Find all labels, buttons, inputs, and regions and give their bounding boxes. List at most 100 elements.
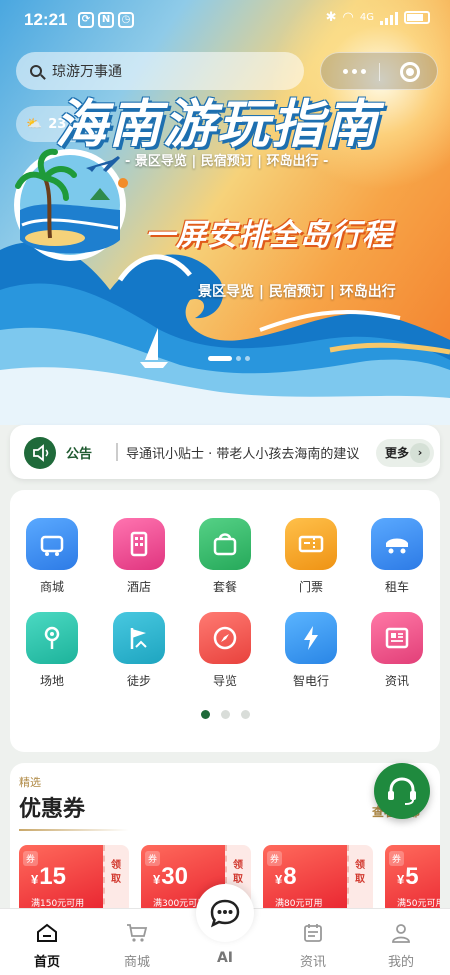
announcement-text[interactable]: 导通讯小贴士 · 带老人小孩去海南的建议 — [126, 443, 366, 463]
flag-icon — [113, 612, 165, 664]
coupon-card[interactable]: 券 ¥5 满50元可用 领取 — [385, 845, 440, 915]
capsule-divider — [379, 63, 380, 81]
headset-icon — [388, 777, 416, 805]
section-tag: 精选 — [19, 776, 41, 789]
coupon-card[interactable]: 券 ¥8 满80元可用 领取 — [263, 845, 373, 915]
grid-item-car-rental[interactable]: 租车 — [362, 518, 432, 595]
grid-item-label: 资讯 — [384, 674, 409, 688]
coupon-face: 券 ¥8 满80元可用 — [263, 845, 347, 915]
tab-home[interactable]: 首页 — [2, 909, 92, 975]
tab-label: 首页 — [33, 955, 60, 970]
tab-label: 我的 — [387, 955, 414, 970]
grid-item-news[interactable]: 资讯 — [362, 612, 432, 689]
grid-item-guide[interactable]: 导览 — [190, 612, 260, 689]
calendar-news-icon — [304, 924, 322, 942]
grid-item-hiking[interactable]: 徒步 — [104, 612, 174, 689]
home-icon — [37, 923, 57, 942]
car-icon — [371, 518, 423, 570]
bluetooth-icon: ✱ — [325, 10, 337, 25]
coupon-amount: ¥30 — [153, 863, 188, 890]
tab-label-ai: AI — [216, 950, 234, 966]
cloud-sun-icon: ⛅ — [26, 116, 43, 132]
network-label: 4G — [359, 12, 374, 23]
bag-icon — [199, 518, 251, 570]
speaker-icon — [24, 437, 56, 469]
coupon-amount: ¥8 — [275, 863, 297, 890]
carousel-dot — [236, 356, 241, 361]
claim-label: 领取 — [355, 860, 365, 885]
tab-mall[interactable]: 商城 — [92, 909, 182, 975]
more-dots-icon[interactable] — [343, 69, 366, 74]
banner-subtitle-top: - 景区导览 | 民宿预订 | 环岛出行 - — [125, 154, 329, 169]
person-icon — [392, 924, 410, 943]
location-pin-icon — [26, 612, 78, 664]
chat-bubble-icon — [210, 899, 240, 928]
coupon-face: 券 ¥5 满50元可用 — [385, 845, 440, 915]
grid-item-label: 场地 — [39, 674, 64, 688]
grid-item-label: 商城 — [39, 580, 64, 594]
cart-icon — [127, 924, 148, 942]
system-icons: ✱ ◠ 4G — [326, 10, 430, 25]
banner-slogan: 一屏安排全岛行程 — [145, 218, 393, 253]
coupon-amount: ¥5 — [397, 863, 419, 890]
search-placeholder: 琼游万事通 — [52, 64, 122, 80]
page-dot[interactable] — [240, 710, 250, 719]
search-icon — [30, 65, 42, 77]
coupon-amount: ¥15 — [31, 863, 66, 890]
banner-title: 海南游玩指南 — [55, 95, 380, 155]
grid-item-package[interactable]: 套餐 — [190, 518, 260, 595]
notification-icons: ⟳ N ◷ — [78, 12, 134, 28]
grid-item-mall[interactable]: 商城 — [17, 518, 87, 595]
section-title: 优惠券 — [19, 797, 86, 822]
grid-item-ticket[interactable]: 门票 — [276, 518, 346, 595]
shopping-cart-icon — [26, 518, 78, 570]
tab-label: 资讯 — [299, 955, 326, 970]
grid-item-label: 导览 — [212, 674, 237, 688]
hero-banner[interactable]: 12:21 ⟳ N ◷ ✱ ◠ 4G 琼游万事通 ⛅ 23 海南游玩指南 - 景… — [0, 0, 450, 425]
tab-label: 商城 — [123, 955, 150, 970]
announcement-bar[interactable]: 公告 导通讯小贴士 · 带老人小孩去海南的建议 更多 › — [10, 425, 440, 479]
grid-item-label: 套餐 — [212, 580, 237, 594]
claim-label: 领取 — [233, 860, 243, 885]
page-dot-active[interactable] — [200, 710, 210, 719]
close-target-icon[interactable] — [400, 62, 420, 82]
ticket-icon — [285, 518, 337, 570]
grid-item-ev-charging[interactable]: 智电行 — [276, 612, 346, 689]
carousel-dot-active — [208, 356, 232, 361]
nfc-icon: N — [98, 12, 114, 28]
compass-icon — [199, 612, 251, 664]
customer-service-button[interactable] — [374, 763, 430, 819]
grid-item-venue[interactable]: 场地 — [17, 612, 87, 689]
tab-news[interactable]: 资讯 — [268, 909, 358, 975]
lightning-icon — [285, 612, 337, 664]
news-icon — [371, 612, 423, 664]
page-dot[interactable] — [220, 710, 230, 719]
clock: 12:21 — [24, 10, 68, 29]
feature-grid: 商城 酒店 套餐 门票 租车 场地 徒步 导览 智电行 资讯 — [10, 490, 440, 752]
grid-page-indicator — [10, 710, 440, 719]
tab-profile[interactable]: 我的 — [356, 909, 446, 975]
grid-item-label: 智电行 — [292, 674, 329, 688]
battery-icon — [404, 11, 430, 24]
tab-ai[interactable] — [196, 884, 254, 942]
alarm-icon: ◷ — [118, 12, 134, 28]
coupon-card[interactable]: 券 ¥15 满150元可用 领取 — [19, 845, 129, 915]
announcement-label: 公告 — [66, 447, 93, 462]
wifi-icon: ◠ — [342, 10, 354, 25]
status-bar: 12:21 ⟳ N ◷ ✱ ◠ 4G — [0, 8, 450, 34]
claim-button[interactable]: 领取 — [347, 845, 373, 915]
carousel-indicator — [208, 356, 250, 361]
signal-icon — [380, 11, 398, 25]
grid-item-label: 徒步 — [126, 674, 151, 688]
sync-icon: ⟳ — [78, 12, 94, 28]
grid-item-label: 门票 — [298, 580, 323, 594]
carousel-dot — [245, 356, 250, 361]
claim-button[interactable]: 领取 — [103, 845, 129, 915]
banner-subtitle-bottom: 景区导览 | 民宿预订 | 环岛出行 — [198, 284, 396, 300]
coupon-face: 券 ¥15 满150元可用 — [19, 845, 103, 915]
hotel-building-icon — [113, 518, 165, 570]
grid-item-hotel[interactable]: 酒店 — [104, 518, 174, 595]
grid-item-label: 租车 — [384, 580, 409, 594]
more-label: 更多 — [385, 446, 410, 460]
more-button[interactable]: 更多 › — [376, 439, 434, 467]
